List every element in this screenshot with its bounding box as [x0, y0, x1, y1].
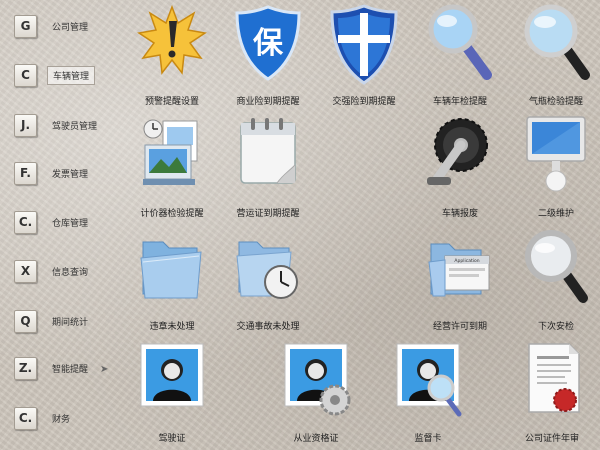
tile-company-cert-review[interactable]: 公司证件年审 [504, 340, 600, 448]
tile-unhandled-accidents[interactable]: 交通事故未处理 [220, 228, 316, 336]
tile-label: 从业资格证 [293, 434, 339, 444]
app-window-title: Application [454, 258, 479, 264]
hotkey-badge: Q [14, 309, 37, 333]
sidebar-item-label: 发票管理 [52, 169, 89, 180]
sidebar-item-finance[interactable]: C. 财务 [14, 406, 122, 430]
hotkey-badge: X [14, 259, 37, 283]
hotkey-badge: Z. [14, 356, 37, 380]
user-card-gear-icon [284, 343, 351, 416]
user-card-icon [140, 343, 204, 407]
tile-annual-inspection[interactable]: 车辆年检提醒 [412, 3, 508, 111]
sidebar-item-label: 公司管理 [52, 22, 89, 33]
magnifier-silver-icon [525, 230, 588, 303]
application-folder-icon: Application [428, 243, 490, 297]
hotkey-badge: C. [14, 406, 37, 430]
tile-label: 营运证到期提醒 [236, 209, 300, 219]
folder-icon [140, 241, 202, 299]
tile-alert-settings[interactable]: 预警提醒设置 [124, 3, 220, 111]
alert-burst-icon [137, 4, 207, 75]
hotkey-badge: F. [14, 161, 37, 185]
sidebar-item-company[interactable]: G 公司管理 [14, 14, 122, 38]
tile-label: 气瓶检验提醒 [528, 97, 583, 107]
sidebar-item-label: 财务 [52, 414, 71, 425]
tile-next-safety-check[interactable]: 下次安检 [508, 228, 600, 336]
hotkey-badge: G [14, 14, 37, 38]
cross-shield-icon [330, 4, 398, 85]
sidebar-item-label: 信息查询 [52, 267, 89, 278]
tile-label: 公司证件年审 [524, 434, 579, 444]
magnifier-icon [428, 4, 492, 80]
sidebar-item-warehouse[interactable]: C. 仓库管理 [14, 210, 122, 234]
reminder-icon-grid: 预警提醒设置 保 商业险到期提醒 交强险到期提醒 车辆年检提醒 气瓶检验提醒 计… [120, 0, 600, 450]
sidebar-item-label: 车辆管理 [47, 65, 96, 85]
tile-operating-license[interactable]: 营运证到期提醒 [220, 115, 316, 223]
crankset-icon [427, 118, 488, 185]
shield-glyph: 保 [253, 26, 284, 61]
tile-label: 交通事故未处理 [236, 322, 300, 332]
sidebar-item-query[interactable]: X 信息查询 [14, 259, 122, 283]
tile-unhandled-violations[interactable]: 违章未处理 [124, 228, 220, 336]
sidebar-item-driver[interactable]: J. 驾驶员管理 [14, 113, 122, 137]
tile-business-permit[interactable]: Application 经营许可到期 [412, 228, 508, 336]
arrow-right-icon: ➤ [100, 364, 109, 375]
sidebar-item-label: 驾驶员管理 [52, 121, 98, 132]
hotkey-badge: C [14, 63, 37, 87]
user-card-magnifier-icon [396, 343, 462, 417]
imac-icon [526, 116, 586, 192]
hotkey-badge: C. [14, 210, 37, 234]
tile-label: 驾驶证 [158, 434, 186, 444]
tile-meter-inspection[interactable]: 计价器检验提醒 [124, 115, 220, 223]
tile-qualification-cert[interactable]: 从业资格证 [268, 340, 364, 448]
sidebar-item-label: 智能提醒 [52, 364, 89, 375]
tile-secondary-maintenance[interactable]: 二级维护 [508, 115, 600, 223]
hotkey-badge: J. [14, 113, 37, 137]
tile-label: 二级维护 [537, 209, 574, 219]
folder-clock-icon [236, 241, 298, 299]
sidebar-item-statistics[interactable]: Q 期间统计 [14, 309, 122, 333]
sidebar-nav: G 公司管理 C 车辆管理 J. 驾驶员管理 F. 发票管理 C. 仓库管理 X… [0, 0, 122, 450]
magnifier-large-icon [524, 4, 590, 80]
sidebar-item-vehicle[interactable]: C 车辆管理 [14, 63, 122, 87]
tile-vehicle-scrap[interactable]: 车辆报废 [412, 115, 508, 223]
insurance-shield-icon: 保 [235, 5, 301, 81]
tile-driving-license[interactable]: 驾驶证 [124, 340, 220, 448]
tile-label: 监督卡 [414, 434, 442, 444]
tile-compulsory-insurance[interactable]: 交强险到期提醒 [316, 3, 412, 111]
tile-label: 下次安检 [537, 322, 574, 332]
calendar-icon [240, 118, 296, 184]
tile-cylinder-inspection[interactable]: 气瓶检验提醒 [508, 3, 600, 111]
tile-commercial-insurance[interactable]: 保 商业险到期提醒 [220, 3, 316, 111]
certificate-icon [528, 343, 580, 413]
sidebar-item-invoice[interactable]: F. 发票管理 [14, 161, 122, 185]
tile-supervision-card[interactable]: 监督卡 [380, 340, 476, 448]
photo-stack-icon [143, 119, 198, 185]
sidebar-item-label: 期间统计 [52, 317, 89, 328]
sidebar-item-label: 仓库管理 [52, 218, 89, 229]
